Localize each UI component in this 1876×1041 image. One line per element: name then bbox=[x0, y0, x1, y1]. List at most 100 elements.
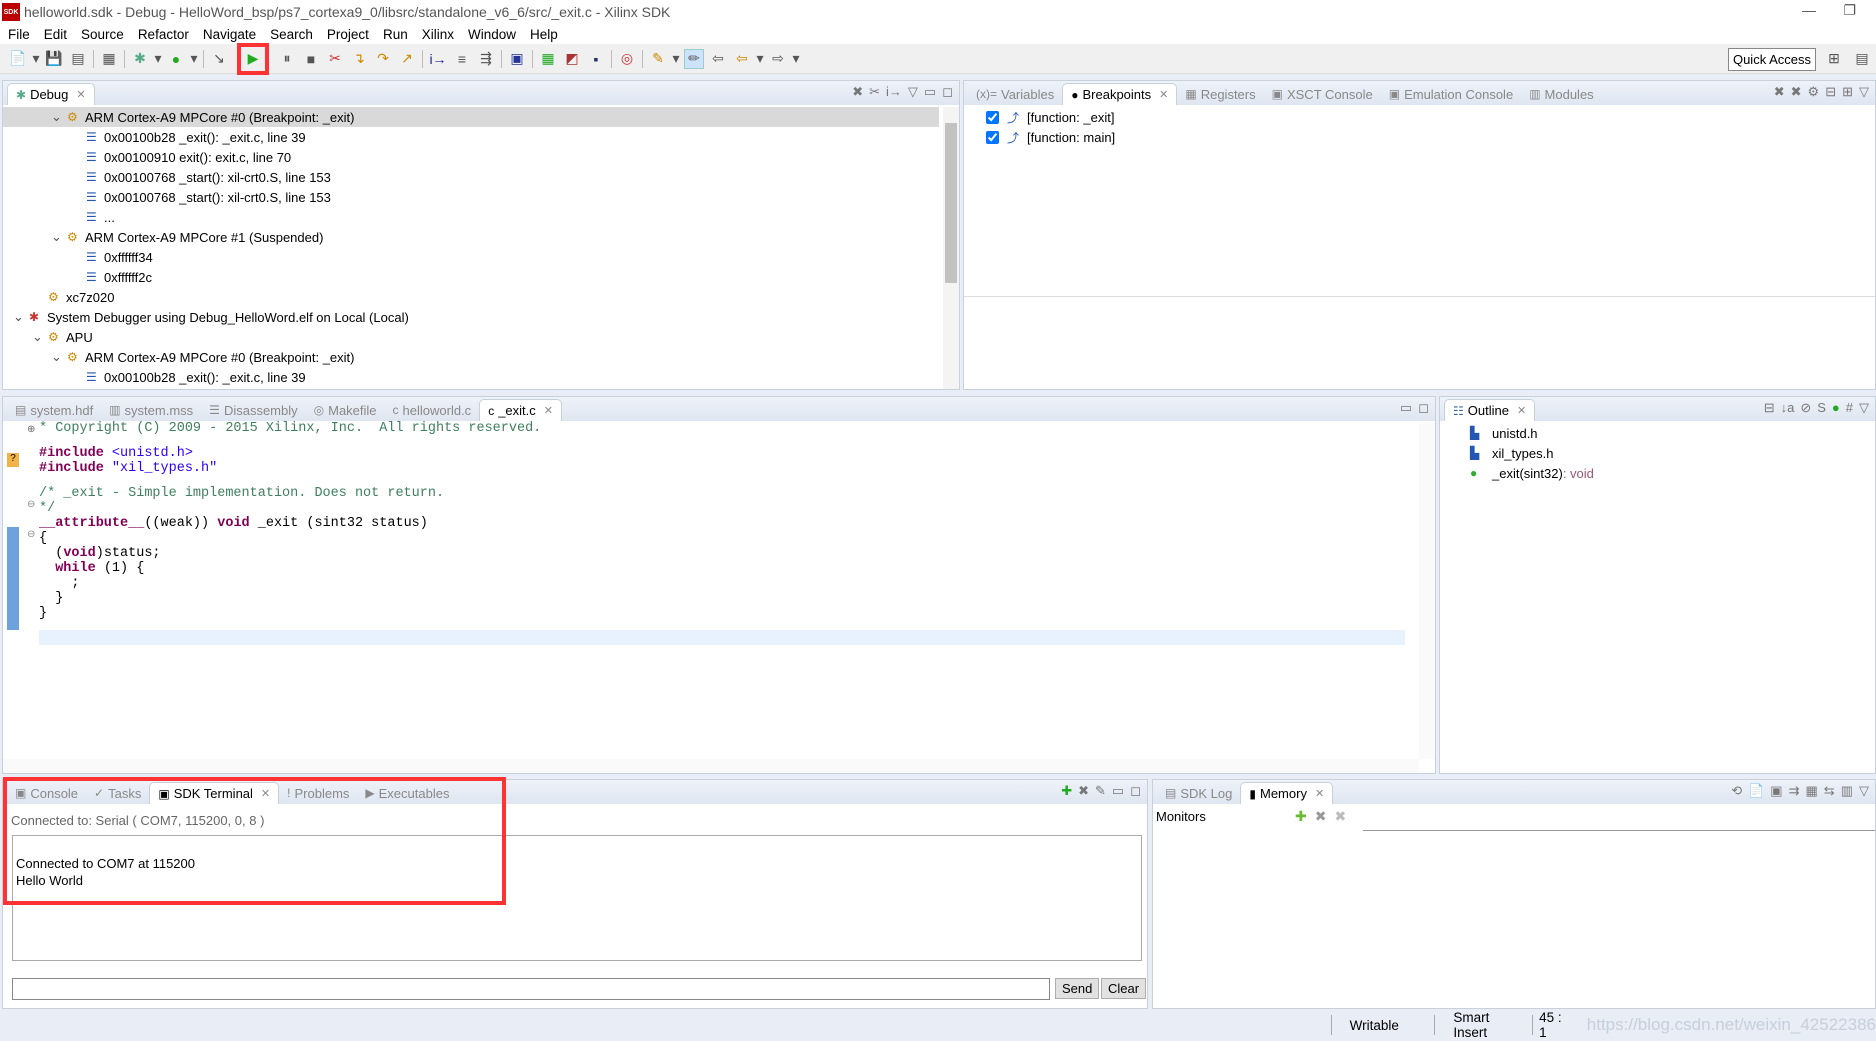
close-icon[interactable]: ✕ bbox=[544, 404, 553, 417]
tree-item[interactable]: ⌄ ✱ System Debugger using Debug_HelloWord.… bbox=[3, 307, 939, 327]
warning-marker-icon[interactable]: ? bbox=[7, 453, 19, 467]
close-icon[interactable]: ✕ bbox=[1517, 404, 1526, 417]
tab-system-hdf[interactable]: ▤ system.hdf bbox=[7, 399, 101, 421]
chevron-down-icon[interactable]: ⌄ bbox=[32, 329, 48, 345]
remove-all-monitors-icon[interactable]: ✖ bbox=[1334, 808, 1346, 825]
chevron-down-icon[interactable]: ⌄ bbox=[51, 109, 67, 125]
tree-item[interactable]: ☰ 0xffffff2c bbox=[3, 267, 939, 287]
program-fpga-icon[interactable]: ▦ bbox=[99, 49, 119, 69]
tree-item[interactable]: ⚙ xc7z020 bbox=[3, 287, 939, 307]
remove-monitor-icon[interactable]: ✖ bbox=[1315, 808, 1327, 825]
sort-icon[interactable]: ↓a bbox=[1781, 400, 1795, 416]
tab-makefile[interactable]: ◎ Makefile bbox=[306, 399, 385, 421]
menu-project[interactable]: Project bbox=[327, 27, 369, 42]
tab-xsct-console[interactable]: ▣ XSCT Console bbox=[1264, 83, 1381, 105]
dropdown-icon[interactable]: ▾ bbox=[190, 49, 198, 69]
xsct-icon[interactable]: ◩ bbox=[562, 49, 582, 69]
clear-icon[interactable]: ✎ bbox=[1095, 783, 1106, 799]
hide-static-icon[interactable]: S bbox=[1817, 400, 1826, 416]
dropdown-icon[interactable]: ▾ bbox=[672, 49, 680, 69]
dropdown-icon[interactable]: ▾ bbox=[756, 49, 764, 69]
maximize-icon[interactable]: ◻ bbox=[1418, 400, 1429, 416]
tab-breakpoints[interactable]: ● Breakpoints ✕ bbox=[1062, 83, 1178, 105]
menu-run[interactable]: Run bbox=[383, 27, 408, 42]
code-area[interactable]: * Copyright (C) 2009 - 2015 Xilinx, Inc.… bbox=[39, 421, 541, 621]
tree-item[interactable]: ⌄ ⚙ APU bbox=[3, 327, 939, 347]
disconnect-icon[interactable]: ✂ bbox=[325, 49, 345, 69]
minimize-button[interactable]: — bbox=[1802, 2, 1816, 18]
dropdown-icon[interactable]: ▾ bbox=[32, 49, 40, 69]
tree-item[interactable]: ☰ 0x00100768 _start(): xil-crt0.S, line 1… bbox=[3, 167, 939, 187]
new-rendering-icon[interactable]: 📄 bbox=[1748, 783, 1764, 799]
drop-frame-icon[interactable]: ≡ bbox=[452, 49, 472, 69]
outline-item[interactable]: ▙ unistd.h bbox=[1470, 423, 1855, 443]
outline-item[interactable]: ● _exit(sint32) : void bbox=[1470, 463, 1855, 483]
add-connection-icon[interactable]: ✚ bbox=[1061, 783, 1072, 799]
menu-edit[interactable]: Edit bbox=[44, 27, 67, 42]
collapse-fold-icon[interactable]: ⊖ bbox=[27, 499, 35, 510]
collapse-all-icon[interactable]: ⊟ bbox=[1825, 84, 1836, 100]
link-icon[interactable]: ⚙ bbox=[1808, 84, 1820, 100]
table-icon[interactable]: ▦ bbox=[1806, 783, 1818, 799]
breakpoint-item[interactable]: ⤴ [function: _exit] bbox=[986, 107, 1855, 127]
debug-scrollbar[interactable] bbox=[943, 107, 959, 389]
send-button[interactable]: Send bbox=[1055, 978, 1100, 999]
tree-item[interactable]: ☰... bbox=[3, 207, 939, 227]
forward-icon[interactable]: ⇨ bbox=[768, 49, 788, 69]
close-icon[interactable]: ✕ bbox=[76, 88, 85, 101]
menu-help[interactable]: Help bbox=[530, 27, 558, 42]
maximize-icon[interactable]: ◻ bbox=[1130, 783, 1141, 799]
menu-xilinx[interactable]: Xilinx bbox=[422, 27, 454, 42]
tree-item[interactable]: ☰ 0x00100b28 _exit(): _exit.c, line 39 bbox=[3, 127, 939, 147]
remove-all-icon[interactable]: ✖ bbox=[1791, 84, 1802, 100]
mark-occurrences-icon[interactable]: ✏ bbox=[684, 48, 704, 69]
chevron-down-icon[interactable]: ⌄ bbox=[51, 229, 67, 245]
tree-item[interactable]: ⌄ ⚙ ARM Cortex-A9 MPCore #0 (Breakpoint: _… bbox=[3, 347, 939, 367]
menu-search[interactable]: Search bbox=[270, 27, 313, 42]
skip-breakpoints-icon[interactable]: ↘ bbox=[209, 49, 229, 69]
swap-icon[interactable]: ⇆ bbox=[1824, 783, 1835, 799]
tab-memory[interactable]: ▮ Memory ✕ bbox=[1240, 782, 1334, 804]
tab-outline[interactable]: ☷ Outline ✕ bbox=[1444, 399, 1536, 421]
tab-registers[interactable]: ▦ Registers bbox=[1177, 83, 1263, 105]
debug-icon[interactable]: ✱ bbox=[130, 49, 150, 69]
minimize-icon[interactable]: ▭ bbox=[1400, 400, 1412, 416]
tree-item[interactable]: ⌄ ⚙ ARM Cortex-A9 MPCore #1 (Suspended) bbox=[3, 227, 939, 247]
hide-macros-icon[interactable]: # bbox=[1846, 400, 1853, 416]
close-icon[interactable]: ✕ bbox=[1315, 787, 1324, 800]
step-into-icon[interactable]: ↴ bbox=[349, 49, 369, 69]
tab-emulation-console[interactable]: ▣ Emulation Console bbox=[1381, 83, 1521, 105]
run-icon[interactable]: ● bbox=[166, 49, 186, 69]
chevron-down-icon[interactable]: ⌄ bbox=[51, 349, 67, 365]
suspend-icon[interactable]: ⏸ bbox=[277, 49, 297, 69]
terminal-icon[interactable]: ▣ bbox=[507, 49, 527, 69]
expand-fold-icon[interactable]: ⊕ bbox=[27, 424, 35, 435]
maximize-icon[interactable]: ◻ bbox=[942, 84, 953, 100]
view-menu-icon[interactable]: ▽ bbox=[1859, 84, 1869, 100]
new-icon[interactable]: 📄 bbox=[8, 49, 28, 69]
collapse-icon[interactable]: ⊟ bbox=[1764, 400, 1775, 416]
toggle-split-icon[interactable]: ⇉ bbox=[1789, 783, 1800, 799]
save-all-icon[interactable]: ▤ bbox=[68, 49, 88, 69]
tab-helloworld-c[interactable]: c helloworld.c bbox=[385, 399, 480, 421]
close-icon[interactable]: ✕ bbox=[1159, 88, 1168, 101]
perspective-icon[interactable]: ▤ bbox=[1852, 49, 1872, 69]
reset-icon[interactable]: ⟲ bbox=[1731, 783, 1742, 799]
tab-debug[interactable]: ✱ Debug ✕ bbox=[7, 83, 95, 105]
tree-item[interactable]: ⌄ ⚙ ARM Cortex-A9 MPCore #0 (Breakpoint: _… bbox=[3, 107, 939, 127]
view-menu-icon[interactable]: ▽ bbox=[1859, 783, 1869, 799]
clear-button[interactable]: Clear bbox=[1101, 978, 1147, 999]
add-monitor-icon[interactable]: ✚ bbox=[1295, 808, 1307, 825]
tab-sdk-log[interactable]: ▤ SDK Log bbox=[1157, 782, 1240, 804]
breakpoint-checkbox[interactable] bbox=[986, 110, 999, 124]
tree-item[interactable]: ☰ 0x00100910 exit(): exit.c, line 70 bbox=[3, 147, 939, 167]
menu-refactor[interactable]: Refactor bbox=[138, 27, 189, 42]
editor-scrollbar[interactable] bbox=[1419, 423, 1435, 759]
menu-source[interactable]: Source bbox=[81, 27, 124, 42]
tab-modules[interactable]: ▥ Modules bbox=[1521, 83, 1601, 105]
dropdown-icon[interactable]: ▾ bbox=[792, 49, 800, 69]
resume-button[interactable]: ▶ bbox=[237, 42, 269, 75]
breakpoint-checkbox[interactable] bbox=[986, 130, 999, 144]
dropdown-icon[interactable]: ▾ bbox=[154, 49, 162, 69]
disconnect-icon[interactable]: ✖ bbox=[1078, 783, 1089, 799]
